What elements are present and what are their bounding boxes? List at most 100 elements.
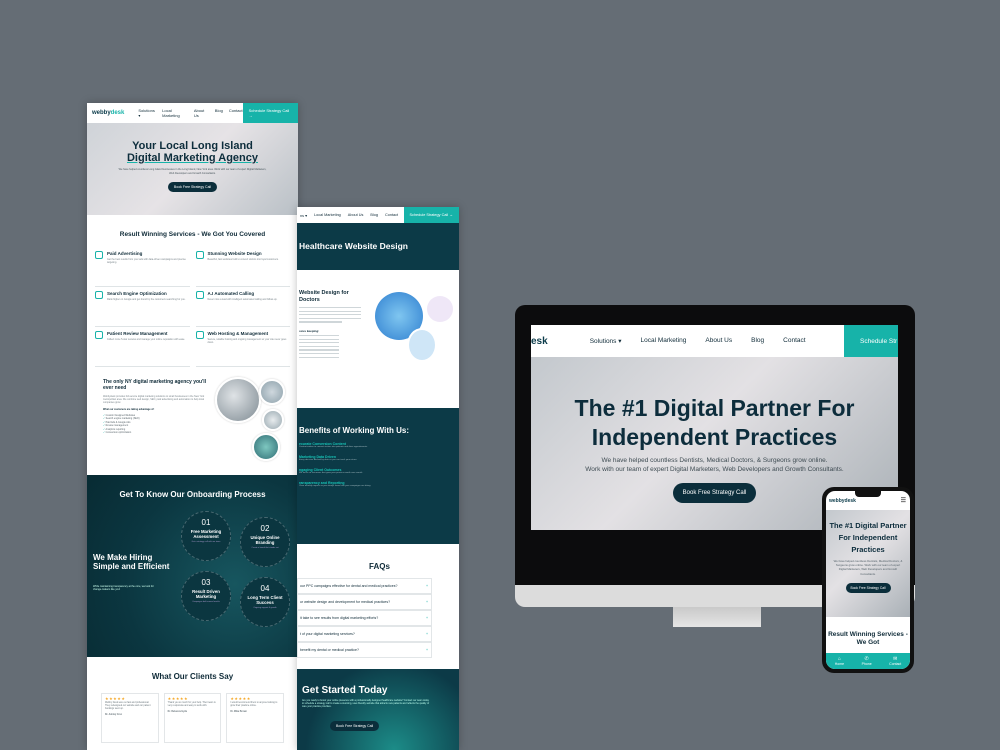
nav-link-blog[interactable]: Blog (215, 108, 223, 118)
nav-link-blog[interactable]: Blog (751, 337, 764, 345)
nav-link-about[interactable]: About Us (348, 213, 364, 218)
service-icon (195, 251, 204, 259)
get-started-section: Get Started Today Are you ready to boost… (297, 669, 459, 750)
nav-link-about[interactable]: About Us (705, 337, 732, 345)
star-rating: ★★★★★ (230, 696, 251, 701)
service-title: Web Hosting & Management (207, 331, 269, 336)
testimonial-text: I would recommend them to anyone looking… (230, 702, 278, 707)
phone-notch (855, 491, 881, 497)
hiring-subtitle: While maintaining transparency at the co… (93, 585, 154, 592)
faq-section: FAQs our PPC campaigns effective for den… (297, 544, 459, 658)
step-desc: Create a brand that stands out (251, 547, 279, 549)
book-call-button[interactable]: Book Free Strategy Call (672, 483, 757, 503)
book-call-button[interactable]: Book Free Strategy Call (845, 582, 891, 593)
faq-item[interactable]: ur website design and development for me… (297, 594, 432, 610)
faq-item[interactable]: our PPC campaigns effective for dental a… (297, 578, 432, 594)
nav-link-solutions[interactable]: Solutions ▾ (590, 337, 622, 345)
plus-icon[interactable]: + (426, 648, 428, 652)
benefits-title: Benefits of Working With Us: (299, 426, 409, 435)
hero-subtitle: We have helped countless Long Island bus… (118, 168, 267, 175)
services-title: Result Winning Services - We Got (828, 631, 908, 646)
benefit-item: ecurate Conversion Content Content writte… (299, 442, 459, 449)
nav-link-about[interactable]: About Us (194, 108, 209, 118)
schedule-call-button[interactable]: Schedule Str (844, 325, 898, 357)
bar-label: Phone (861, 662, 872, 666)
service-item[interactable]: A.I Automated Calling Never miss a lead w… (195, 287, 290, 327)
nav-link-local-marketing[interactable]: Local Marketing (641, 337, 687, 345)
step-title: Unique Online Branding (250, 535, 280, 545)
nav-link-contact[interactable]: Contact (229, 108, 243, 118)
service-icon (95, 251, 103, 259)
step-title: Free Marketing Assessment (190, 529, 222, 539)
service-desc: Collect more 5-star reviews and manage y… (107, 338, 186, 341)
bar-item-home[interactable]: ⌂ Home (835, 656, 844, 666)
plus-icon[interactable]: + (426, 632, 428, 636)
service-item[interactable]: Search Engine Optimization Rank higher on… (95, 287, 190, 327)
bar-label: Home (834, 662, 845, 666)
hero-title: The #1 Digital Partner For Independent Pr… (574, 395, 855, 450)
bottom-action-bar: ⌂ Home ✆ Phone ✉ Contact (826, 653, 910, 669)
service-desc: Beautiful, fast websites built to conver… (207, 258, 279, 261)
team-photo-large (215, 377, 261, 423)
service-item[interactable]: Patient Review Management Collect more 5-… (95, 327, 190, 367)
benefit-desc: Every decision backed by data so you can… (299, 459, 357, 461)
hero-subtitle: We have helped countless Dentists, Medic… (833, 559, 903, 576)
nav-link-contact[interactable]: Contact (783, 337, 805, 345)
service-text: Patient Review Management Collect more 5-… (107, 331, 185, 366)
service-icon (95, 331, 103, 339)
top-nav: webbydesk Solutions ▾ Local Marketing Ab… (87, 103, 298, 123)
faq-item[interactable]: it take to see results from digital mark… (297, 610, 432, 626)
onboarding-step: 02 Unique Online Branding Create a brand t… (240, 517, 290, 567)
service-icon (195, 331, 204, 339)
service-item[interactable]: Web Hosting & Management Secure, reliable… (195, 327, 290, 367)
faq-question: our PPC campaigns effective for dental a… (300, 583, 398, 588)
nav-link-solutions[interactable]: ns ▾ (300, 213, 307, 218)
star-rating: ★★★★★ (105, 696, 126, 701)
nav-link-contact[interactable]: Contact (385, 213, 398, 218)
illustration-phone (407, 328, 437, 362)
ny-body: Webbydesk provides full-service digital … (103, 395, 205, 404)
logo[interactable]: webbydesk (92, 110, 124, 116)
schedule-call-button[interactable]: Schedule Strategy Call → (403, 207, 459, 223)
top-nav: ns ▾ Local Marketing About Us Blog Conta… (297, 207, 459, 223)
testimonials-title: What Our Clients Say (151, 672, 234, 681)
step-desc: Ongoing support & growth (253, 607, 277, 609)
nav-link-local-marketing[interactable]: Local Marketing (162, 108, 188, 118)
service-title: Search Engine Optimization (107, 291, 167, 296)
plus-icon[interactable]: + (426, 584, 428, 588)
service-item[interactable]: Paid Advertising Get the best results fro… (95, 247, 190, 287)
nav-link-blog[interactable]: Blog (370, 213, 378, 218)
nav-link-solutions[interactable]: Solutions ▾ (138, 108, 156, 118)
plus-icon[interactable]: + (426, 600, 428, 604)
faq-item[interactable]: benefit my dental or medical practice? + (297, 642, 432, 658)
faq-item[interactable]: t of your digital marketing services? + (297, 626, 432, 642)
illustration-doctor (427, 296, 453, 322)
logo[interactable]: webbydesk (829, 498, 856, 504)
testimonial-card: ★★★★★ I would recommend them to anyone lo… (226, 693, 285, 743)
service-item[interactable]: Stunning Website Design Beautiful, fast w… (195, 247, 290, 287)
schedule-call-button[interactable]: Schedule Strategy Call → (242, 103, 298, 123)
monitor-stand (673, 607, 761, 627)
ny-agency-section: The only NY digital marketing agency you… (87, 367, 298, 475)
logo[interactable]: esk (531, 336, 548, 347)
hamburger-menu-icon[interactable]: ☰ (901, 497, 906, 504)
bar-item-phone[interactable]: ✆ Phone (862, 656, 872, 666)
plus-icon[interactable]: + (426, 616, 428, 620)
book-call-button[interactable]: Book Free Strategy Call (167, 182, 218, 192)
get-started-title: Get Started Today (302, 685, 388, 696)
testimonial-card: ★★★★★ Thank you so much for your help. Th… (163, 693, 222, 743)
service-title: A.I Automated Calling (207, 291, 255, 296)
get-started-body: Are you ready to boost your online prese… (302, 699, 430, 709)
ny-title: The only NY digital marketing agency you… (103, 379, 207, 391)
bar-item-contact[interactable]: ✉ Contact (889, 656, 901, 666)
nav-link-local-marketing[interactable]: Local Marketing (314, 213, 341, 218)
service-title: Paid Advertising (107, 251, 143, 256)
step-title: Long Term Client Success (247, 595, 283, 605)
services-title: Result Winning Services - We Got You Cov… (119, 231, 266, 238)
book-call-button[interactable]: Book Free Strategy Call (330, 720, 380, 731)
onboarding-section: Get To Know Our Onboarding Process We Ma… (87, 475, 298, 657)
testimonial-author: Dr. Rebecca Hyde (167, 711, 188, 713)
onboarding-step: 04 Long Term Client Success Ongoing suppor… (240, 577, 290, 627)
step-number: 04 (260, 584, 270, 593)
star-rating: ★★★★★ (167, 696, 189, 701)
